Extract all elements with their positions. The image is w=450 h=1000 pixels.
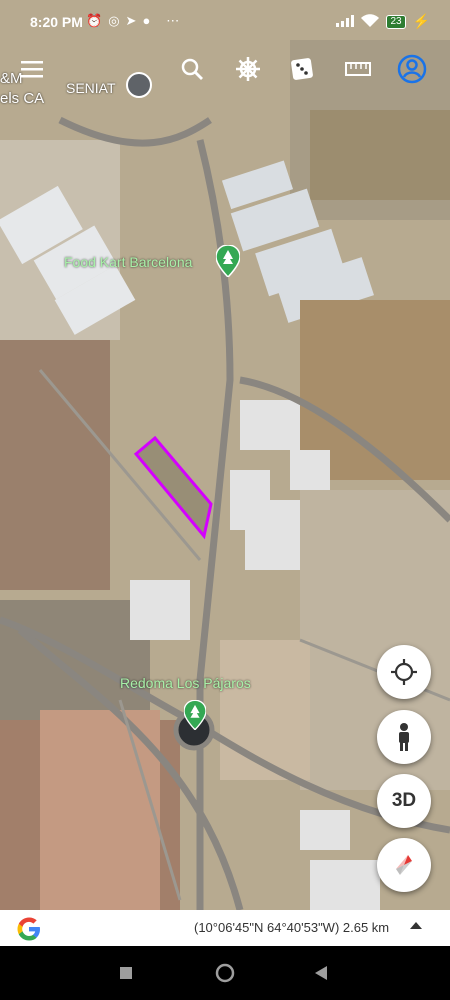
status-time: 8:20 PM bbox=[30, 14, 83, 30]
park-pin-icon-2[interactable] bbox=[183, 699, 207, 735]
bottom-info-bar: (10°06'45"N 64°40'53"W) 2.65 km bbox=[0, 910, 450, 946]
battery-icon: 23 bbox=[386, 14, 406, 29]
coordinates-scale-readout: (10°06'45"N 64°40'53"W) 2.65 km bbox=[194, 920, 390, 935]
3d-toggle-button[interactable]: 3D bbox=[377, 774, 431, 828]
pegman-icon bbox=[399, 723, 409, 751]
signal-icon bbox=[336, 14, 355, 30]
system-navigation-bar bbox=[0, 946, 450, 1000]
dice-icon[interactable] bbox=[286, 54, 318, 84]
compass-button[interactable] bbox=[377, 838, 431, 892]
expand-caret-icon[interactable] bbox=[410, 922, 422, 929]
alarm-icon: ⏰ bbox=[86, 13, 103, 28]
map-toolbar bbox=[0, 46, 450, 92]
whatsapp-icon: ◎ bbox=[108, 13, 120, 28]
crosshair-icon bbox=[391, 659, 417, 685]
system-icons: 23 ⚡ bbox=[336, 13, 430, 30]
notification-icons: ⏰ ◎ ➤ ● ⋯ bbox=[86, 13, 179, 29]
charging-icon: ⚡ bbox=[412, 13, 430, 29]
menu-icon[interactable] bbox=[16, 54, 48, 84]
3d-toggle-label: 3D bbox=[391, 790, 417, 811]
voyager-wheel-icon[interactable] bbox=[232, 54, 264, 84]
compass-icon bbox=[396, 855, 412, 875]
chat-icon: ● bbox=[142, 13, 151, 28]
more-icon: ⋯ bbox=[166, 13, 180, 28]
ruler-icon[interactable] bbox=[342, 54, 374, 84]
map-label-top-left-2: els CA bbox=[0, 90, 45, 107]
search-icon[interactable] bbox=[176, 54, 208, 84]
recents-button[interactable] bbox=[119, 966, 133, 985]
wifi-icon bbox=[361, 13, 380, 30]
street-view-button[interactable] bbox=[377, 710, 431, 764]
account-icon[interactable] bbox=[396, 54, 428, 84]
telegram-icon: ➤ bbox=[125, 13, 137, 28]
status-bar: 8:20 PM ⏰ ◎ ➤ ● ⋯ 23 ⚡ bbox=[0, 0, 450, 46]
park-pin-icon[interactable] bbox=[215, 244, 241, 282]
back-button[interactable] bbox=[314, 965, 328, 986]
map-label-food-kart: Food Kart Barcelona bbox=[64, 254, 193, 270]
my-location-button[interactable] bbox=[377, 645, 431, 699]
map-label-redoma: Redoma Los Pájaros bbox=[120, 675, 251, 691]
google-logo-icon bbox=[17, 917, 40, 941]
home-button[interactable] bbox=[215, 963, 235, 988]
